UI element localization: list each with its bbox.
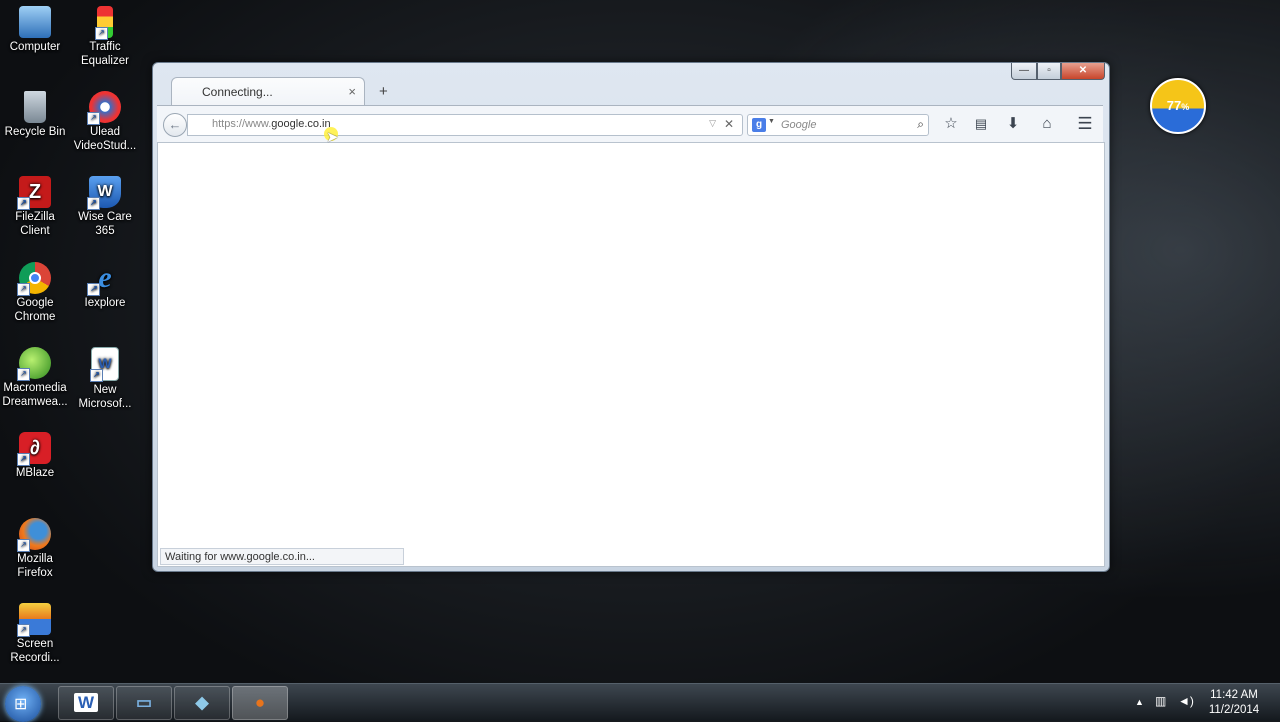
icon-label: Mozilla [17, 553, 53, 565]
mouse-pointer-icon: ➤ [326, 129, 339, 146]
icon-label: Client [20, 225, 50, 237]
desktop-icon-recycle-bin[interactable]: Recycle Bin [0, 91, 70, 139]
screen-recorder-icon: ↗ [17, 603, 51, 637]
windows-logo-icon: ⊞ [14, 696, 28, 713]
icon-label: MBlaze [15, 467, 55, 479]
menu-icon[interactable]: ☰ [1073, 114, 1097, 134]
window-controls: — ▫ ✕ [1011, 63, 1105, 80]
tab-close-icon[interactable]: × [348, 84, 356, 99]
volume-icon[interactable]: ◄) [1178, 694, 1194, 708]
google-engine-icon[interactable]: g [752, 118, 766, 132]
desktop-icon-dreamweaver[interactable]: ↗ Macromedia Dreamwea... [0, 347, 70, 409]
firefox-icon: ↗ [17, 518, 51, 552]
desktop-icon-firefox[interactable]: ↗ Mozilla Firefox [0, 518, 70, 580]
icon-label: Recycle Bin [4, 126, 66, 138]
icon-label: Dreamwea... [2, 396, 68, 408]
icon-label: Microsof... [78, 398, 132, 410]
filezilla-icon: Z ↗ [17, 176, 51, 210]
icon-label: Macromedia [3, 382, 67, 394]
page-content: Waiting for www.google.co.in... [157, 142, 1105, 567]
word-document-icon: W ↗ [90, 347, 119, 382]
shield-icon: W ↗ [87, 176, 121, 210]
clock-time: 11:42 AM [1210, 689, 1258, 701]
desktop-icon-wise-care[interactable]: W ↗ Wise Care 365 [70, 176, 140, 238]
icon-label: Ulead [89, 126, 121, 138]
url-bar[interactable]: https://www.google.co.in ▽ ✕ [187, 114, 743, 136]
downloads-icon[interactable]: ⬇ [1001, 114, 1025, 134]
url-prefix: https://www. [212, 118, 272, 130]
maximize-button[interactable]: ▫ [1037, 63, 1061, 80]
bookmarks-menu-icon[interactable]: ▤ [969, 114, 993, 134]
url-domain: google.co.in [271, 118, 331, 130]
icon-label: 365 [95, 225, 115, 237]
desktop-icon-ulead[interactable]: ↗ Ulead VideoStud... [70, 91, 140, 153]
computer-icon [19, 6, 51, 38]
engine-dropdown-icon[interactable]: ▼ [768, 118, 775, 125]
back-arrow-icon[interactable]: ← [163, 113, 187, 137]
icon-label: Screen [16, 638, 54, 650]
gauge-value: 77 [1166, 98, 1182, 113]
app-icon: ◆ [195, 693, 209, 712]
desktop-icon-word-doc[interactable]: W ↗ New Microsof... [70, 347, 140, 411]
desktop-icon-mblaze[interactable]: ∂ ↗ MBlaze [0, 432, 70, 480]
system-clock[interactable]: 11:42 AM 11/2/2014 [1206, 688, 1262, 718]
start-button[interactable]: ⊞ [5, 686, 41, 722]
ulead-icon: ↗ [87, 91, 121, 125]
desktop-icon-traffic-equalizer[interactable]: ↗ Traffic Equalizer [70, 6, 140, 68]
internet-explorer-icon: e ↗ [87, 262, 121, 296]
url-text: https://www.google.co.in [212, 118, 331, 130]
icon-label: FileZilla [15, 211, 55, 223]
folder-icon: ▭ [135, 693, 153, 712]
minimize-button[interactable]: — [1011, 63, 1037, 80]
tab-title: Connecting... [202, 85, 273, 99]
desktop-icon-screen-recorder[interactable]: ↗ Screen Recordi... [0, 603, 70, 665]
recycle-bin-icon [24, 91, 46, 123]
icon-label: Equalizer [81, 55, 129, 67]
search-icon[interactable]: ⌕ [917, 117, 924, 132]
show-hidden-icons-arrow[interactable]: ▲ [1135, 697, 1144, 707]
icon-label: Recordi... [10, 652, 60, 664]
icon-label: Computer [9, 41, 61, 53]
tab-connecting[interactable]: Connecting... × [171, 77, 365, 106]
close-window-button[interactable]: ✕ [1061, 63, 1105, 80]
desktop-icon-iexplore[interactable]: e ↗ Iexplore [70, 262, 140, 310]
new-tab-button[interactable]: + [379, 83, 388, 100]
dreamweaver-icon: ↗ [17, 347, 51, 381]
memory-usage-gauge[interactable]: 77% [1150, 78, 1206, 134]
firefox-taskbar-icon: ● [254, 693, 266, 712]
icon-label: Chrome [14, 311, 56, 323]
traffic-light-icon: ↗ [95, 6, 113, 40]
taskbar-firefox-button[interactable]: ● [232, 686, 288, 720]
desktop-icon-filezilla[interactable]: Z ↗ FileZilla Client [0, 176, 70, 238]
search-box[interactable]: g ▼ Google ⌕ [747, 114, 929, 136]
word-icon: W [73, 693, 99, 712]
bookmark-star-icon[interactable]: ☆ [939, 114, 963, 134]
icon-label: VideoStud... [73, 140, 137, 152]
taskbar-explorer-button[interactable]: ▭ [116, 686, 172, 720]
chrome-icon: ↗ [17, 262, 51, 296]
desktop-icon-chrome[interactable]: ↗ Google Chrome [0, 262, 70, 324]
home-icon[interactable]: ⌂ [1035, 114, 1059, 134]
stop-loading-icon[interactable]: ✕ [724, 117, 734, 131]
icon-label: Traffic [89, 41, 121, 53]
url-dropdown-icon[interactable]: ▽ [709, 118, 716, 129]
taskbar-word-button[interactable]: W [58, 686, 114, 720]
taskbar-app-button[interactable]: ◆ [174, 686, 230, 720]
icon-label: Iexplore [84, 297, 126, 309]
firefox-window[interactable]: — ▫ ✕ Connecting... × + ← https://www.go… [152, 62, 1110, 572]
icon-label: Wise Care [78, 211, 132, 223]
network-icon[interactable]: ▥ [1155, 694, 1166, 708]
icon-label: New [93, 384, 117, 396]
clock-date: 11/2/2014 [1208, 704, 1260, 716]
status-bar: Waiting for www.google.co.in... [160, 548, 404, 565]
gauge-unit: % [1181, 102, 1190, 112]
navigation-toolbar: ← https://www.google.co.in ▽ ✕ g ▼ Googl… [157, 105, 1103, 143]
icon-label: Google [16, 297, 54, 309]
taskbar: ⊞ W ▭ ◆ ● ▲ ▥ ◄) 11:42 AM 11/2/2014 [0, 683, 1280, 722]
search-placeholder: Google [781, 119, 817, 131]
mblaze-icon: ∂ ↗ [17, 432, 51, 466]
icon-label: Firefox [17, 567, 53, 579]
desktop-icon-computer[interactable]: Computer [0, 6, 70, 54]
